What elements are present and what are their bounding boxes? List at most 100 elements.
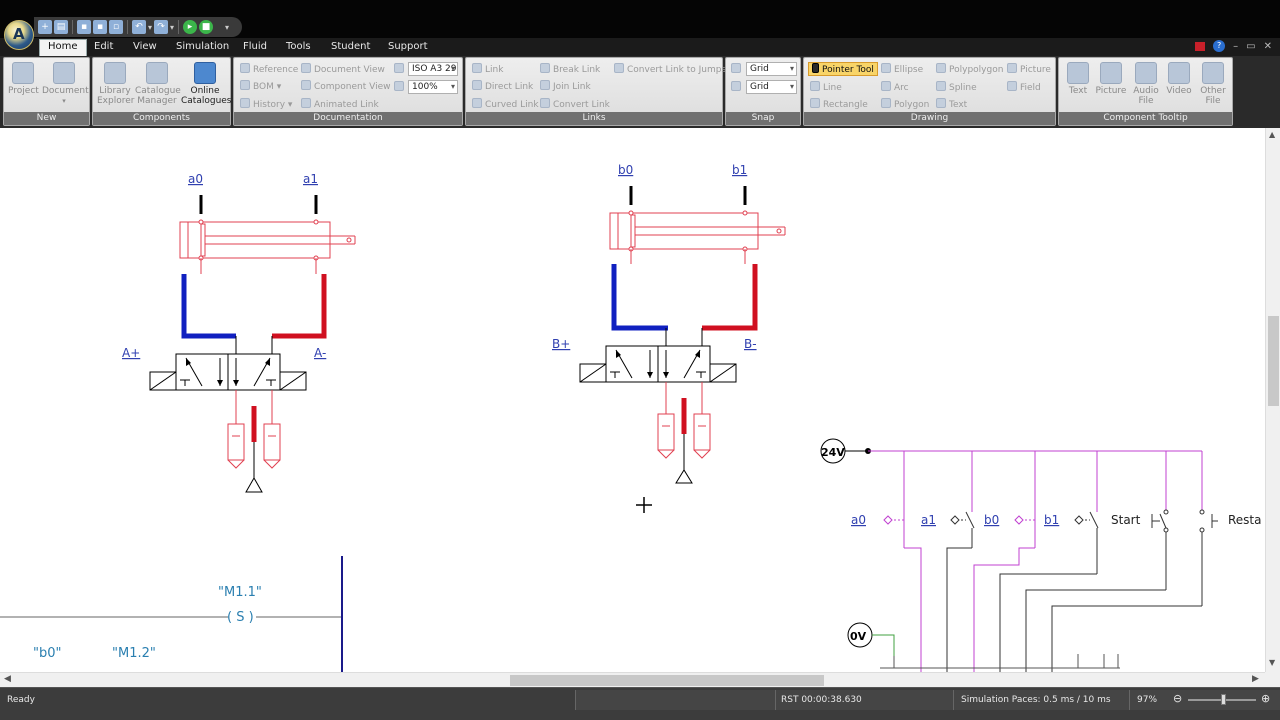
document-view-button[interactable]: Document View [301,63,385,77]
tooltip-text-button[interactable]: Text [1065,62,1091,112]
solenoid-label-b-minus[interactable]: B- [744,337,757,351]
library-explorer-button[interactable]: Library Explorer [97,62,134,112]
direct-link-button[interactable]: Direct Link [472,80,533,94]
field-button[interactable]: Field [1007,81,1041,95]
horizontal-scrollbar[interactable]: ◀ ▶ [0,672,1265,687]
valve-b[interactable]: B+ B- [552,337,757,383]
display-grid-select[interactable]: Grid [746,80,797,94]
sensor-label-a0[interactable]: a0 [188,172,203,186]
tab-student[interactable]: Student [331,41,370,56]
catalogue-manager-button[interactable]: Catalogue Manager [135,62,181,112]
diagram-canvas[interactable]: a0 a1 A+ A- b0 b1 B+ B- "M1.1" (S) "b0… [0,128,1265,672]
break-link-button[interactable]: Break Link [540,63,600,77]
ladder-diagram[interactable]: "M1.1" ( S ) "b0" "M1.2" [0,556,343,672]
scroll-left-icon[interactable]: ◀ [4,674,11,684]
sensor-label-a1[interactable]: a1 [303,172,318,186]
polypolygon-button[interactable]: Polypolygon [936,63,1003,77]
tooltip-picture-button[interactable]: Picture [1095,62,1127,112]
redo-dropdown-icon[interactable]: ▾ [170,23,174,32]
close-icon[interactable]: ✕ [1264,41,1272,52]
paper-size-select[interactable]: ISO A3 29 [408,62,458,76]
document-button[interactable]: Document ▾ [42,62,89,112]
horizontal-scroll-thumb[interactable] [510,675,824,686]
tab-view[interactable]: View [133,41,157,56]
text-button[interactable]: Text [936,98,967,112]
minimize-icon[interactable]: – [1233,41,1238,52]
bom-button[interactable]: BOM ▾ [240,80,281,94]
restore-icon[interactable]: ▭ [1246,41,1255,52]
cylinder-a[interactable]: a0 a1 [179,172,356,261]
help-icon[interactable]: ? [1213,40,1226,52]
ladder-set-coil[interactable]: ( S ) [227,610,254,625]
undo-icon[interactable]: ↶ [132,20,146,34]
contact-label-a0[interactable]: a0 [851,513,866,527]
pointer-tool-button[interactable]: Pointer Tool [808,62,878,76]
sensor-label-b0[interactable]: b0 [618,163,633,177]
vertical-scrollbar[interactable]: ▲ ▼ [1265,128,1280,672]
tab-fluid[interactable]: Fluid [243,41,267,56]
valve-a[interactable]: A+ A- [122,346,326,391]
snap-grid-select[interactable]: Grid [746,62,797,76]
tab-home[interactable]: Home [39,39,87,56]
rectangle-button[interactable]: Rectangle [810,98,868,112]
electrical-circuit[interactable]: 24V a0 a1 b0 b1 Start Resta 0V [820,438,1262,672]
customize-qat-icon[interactable]: ▾ [225,23,229,32]
scroll-down-icon[interactable]: ▼ [1269,658,1275,667]
animated-link-button[interactable]: Animated Link [301,98,379,112]
scroll-right-icon[interactable]: ▶ [1252,674,1259,684]
ladder-contact-m12[interactable]: "M1.2" [112,646,156,661]
contact-label-a1[interactable]: a1 [921,513,936,527]
ladder-contact-b0[interactable]: "b0" [33,646,61,661]
contact-symbol-a0[interactable] [883,512,905,548]
open-file-icon[interactable]: ▤ [54,20,68,34]
line-button[interactable]: Line [810,81,842,95]
picture-button[interactable]: Picture [1007,63,1051,77]
arc-button[interactable]: Arc [881,81,909,95]
convert-link-to-jumps-button[interactable]: Convert Link to Jumps [614,63,726,77]
tab-simulation[interactable]: Simulation [176,41,229,56]
convert-link-button[interactable]: Convert Link [540,98,610,112]
sensor-label-b1[interactable]: b1 [732,163,747,177]
solenoid-label-a-minus[interactable]: A- [314,346,326,360]
contact-symbol-b0[interactable] [1014,512,1036,548]
history-button[interactable]: History ▾ [240,98,292,112]
pushbutton-label-restart[interactable]: Resta [1228,513,1262,527]
new-file-icon[interactable]: + [38,20,52,34]
save-icon[interactable]: ▪ [77,20,91,34]
project-button[interactable]: Project [8,62,39,112]
cylinder-b[interactable]: b0 b1 [609,163,786,252]
redo-icon[interactable]: ↷ [154,20,169,34]
component-view-button[interactable]: Component View [301,80,390,94]
spline-button[interactable]: Spline [936,81,977,95]
play-icon[interactable]: ▸ [183,20,198,34]
save-all-icon[interactable]: ▪ [93,20,107,34]
vertical-scroll-thumb[interactable] [1268,316,1279,406]
tooltip-video-button[interactable]: Video [1165,62,1193,112]
reference-button[interactable]: Reference [240,63,298,77]
zoom-out-icon[interactable]: ⊖ [1173,690,1182,707]
notification-flag-icon[interactable] [1195,41,1206,51]
contact-symbol-b1[interactable] [1074,511,1099,574]
contact-label-b1[interactable]: b1 [1044,513,1059,527]
application-menu-button[interactable] [4,20,34,50]
tooltip-other-file-button[interactable]: Other File [1197,62,1229,112]
tab-edit[interactable]: Edit [94,41,113,56]
document-zoom-select[interactable]: 100% [408,80,458,94]
contact-symbol-a1[interactable] [950,511,975,548]
print-icon[interactable]: ▫ [109,20,123,34]
tab-tools[interactable]: Tools [286,41,311,56]
scroll-up-icon[interactable]: ▲ [1269,130,1275,139]
link-button[interactable]: Link [472,63,503,77]
join-link-button[interactable]: Join Link [540,80,591,94]
pushbutton-label-start[interactable]: Start [1111,513,1141,527]
solenoid-label-b-plus[interactable]: B+ [552,337,570,351]
pushbutton-start[interactable] [1151,509,1169,590]
zoom-in-icon[interactable]: ⊕ [1261,690,1270,707]
ellipse-button[interactable]: Ellipse [881,63,923,77]
undo-dropdown-icon[interactable]: ▾ [148,23,152,32]
polygon-button[interactable]: Polygon [881,98,929,112]
tooltip-audio-button[interactable]: Audio File [1131,62,1161,112]
solenoid-label-a-plus[interactable]: A+ [122,346,140,360]
zoom-slider-knob[interactable] [1221,694,1226,705]
stop-icon[interactable]: ■ [199,20,214,34]
